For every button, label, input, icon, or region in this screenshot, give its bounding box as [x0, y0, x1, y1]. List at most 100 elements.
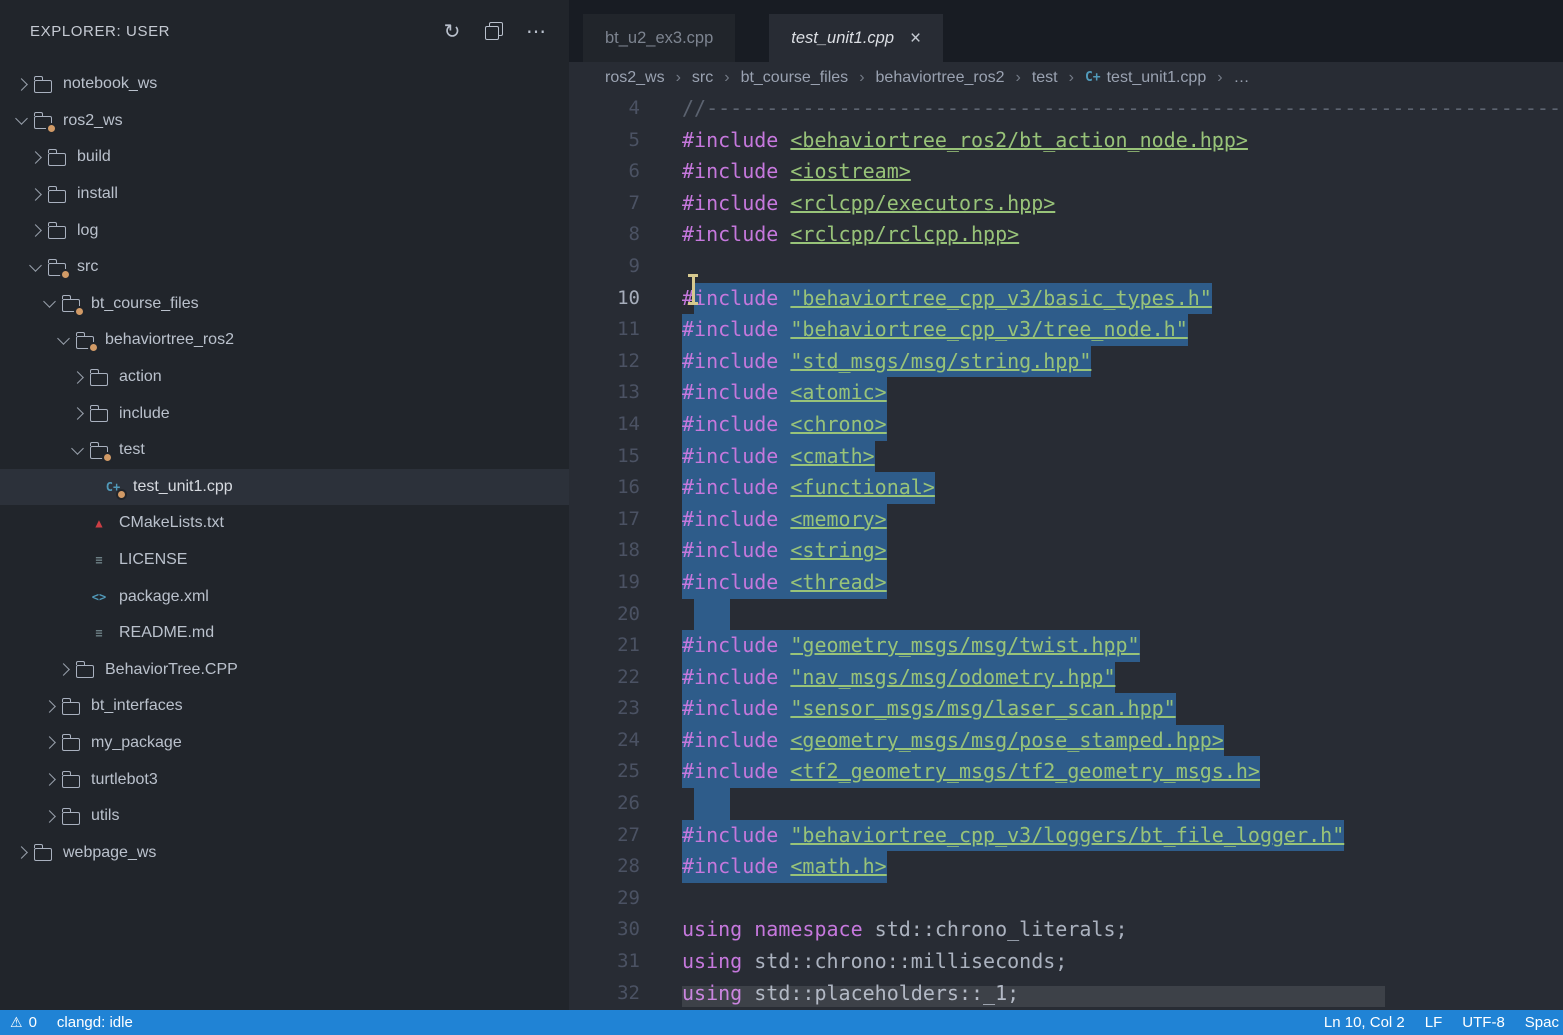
code-line-text[interactable]: #include <rclcpp/executors.hpp>: [682, 188, 1055, 220]
code-line-text[interactable]: #include <atomic>: [682, 377, 887, 409]
code-line-text[interactable]: #include <cmath>: [682, 441, 875, 473]
status-left: ⚠0 clangd: idle: [10, 1014, 133, 1031]
code-line-text[interactable]: #include <geometry_msgs/msg/pose_stamped…: [682, 725, 1224, 757]
tree-item-include[interactable]: include: [0, 395, 569, 432]
code-area[interactable]: 4//-------------------------------------…: [569, 93, 1563, 1010]
refresh-icon[interactable]: ↻: [439, 18, 465, 44]
status-cursor-position[interactable]: Ln 10, Col 2: [1324, 1014, 1405, 1031]
status-right: Ln 10, Col 2 LF UTF-8 Spac: [1324, 1014, 1559, 1031]
breadcrumb-separator: ›: [1217, 69, 1222, 87]
code-line-text[interactable]: [682, 599, 730, 631]
code-line-text[interactable]: #include <memory>: [682, 504, 887, 536]
chevron-down-icon: [52, 338, 74, 343]
code-line-text[interactable]: #include <rclcpp/rclcpp.hpp>: [682, 219, 1019, 251]
code-line-text[interactable]: #include <behaviortree_ros2/bt_action_no…: [682, 125, 1248, 157]
status-problems[interactable]: ⚠0: [10, 1014, 37, 1031]
code-line-text[interactable]: #include <tf2_geometry_msgs/tf2_geometry…: [682, 756, 1260, 788]
code-line: 14#include <chrono>: [569, 409, 1563, 441]
breadcrumb-item-test_unit1.cpp[interactable]: C+test_unit1.cpp: [1085, 69, 1206, 87]
code-line-text[interactable]: //--------------------------------------…: [682, 93, 1563, 125]
code-line-text[interactable]: #include "behaviortree_cpp_v3/loggers/bt…: [682, 820, 1344, 852]
tree-item-test[interactable]: test: [0, 432, 569, 469]
code-line: 10#include "behaviortree_cpp_v3/basic_ty…: [569, 283, 1563, 315]
explorer-header: EXPLORER: USER ↻ ⋯: [0, 0, 569, 62]
breadcrumb-item-ros2_ws[interactable]: ros2_ws: [605, 69, 665, 87]
status-eol-sequence[interactable]: LF: [1425, 1014, 1443, 1031]
code-line-text[interactable]: #include "sensor_msgs/msg/laser_scan.hpp…: [682, 693, 1176, 725]
code-line: 13#include <atomic>: [569, 377, 1563, 409]
tree-item-label: bt_course_files: [91, 295, 199, 313]
code-line-text[interactable]: using std::chrono::milliseconds;: [682, 946, 1067, 978]
chevron-right-icon: [66, 373, 88, 382]
line-number: 11: [569, 314, 640, 346]
line-number: 26: [569, 788, 640, 820]
tab-bt_u2_ex3.cpp[interactable]: bt_u2_ex3.cpp: [583, 14, 735, 62]
list-file-icon: ≡: [88, 549, 110, 571]
explorer-title: EXPLORER: USER: [30, 23, 439, 40]
folder-icon: [60, 695, 82, 717]
code-line-text[interactable]: #include <thread>: [682, 567, 887, 599]
tree-item-ros2_ws[interactable]: ros2_ws: [0, 103, 569, 140]
tree-item-BehaviorTree.CPP[interactable]: BehaviorTree.CPP: [0, 652, 569, 689]
tree-item-install[interactable]: install: [0, 176, 569, 213]
vscode-window: EXPLORER: USER ↻ ⋯ notebook_ws ros2_wsbuil…: [0, 0, 1563, 1035]
tree-item-label: ros2_ws: [63, 112, 123, 130]
tree-item-turtlebot3[interactable]: turtlebot3: [0, 761, 569, 798]
status-indentation[interactable]: Spac: [1525, 1014, 1559, 1031]
code-line-text[interactable]: #include <iostream>: [682, 156, 911, 188]
breadcrumb-item-bt_course_files[interactable]: bt_course_files: [741, 69, 849, 87]
close-icon[interactable]: ×: [910, 29, 921, 48]
tree-item-webpage_ws[interactable]: webpage_ws: [0, 834, 569, 871]
chevron-right-icon: [52, 665, 74, 674]
tree-item-test_unit1.cpp[interactable]: C+test_unit1.cpp: [0, 469, 569, 506]
code-line-text[interactable]: #include "behaviortree_cpp_v3/basic_type…: [682, 283, 1212, 315]
collapse-folders-icon[interactable]: [481, 18, 507, 44]
code-line: 24#include <geometry_msgs/msg/pose_stamp…: [569, 725, 1563, 757]
tree-item-README.md[interactable]: ≡README.md: [0, 615, 569, 652]
tab-test_unit1.cpp[interactable]: test_unit1.cpp×: [769, 14, 943, 62]
folder-icon: [60, 769, 82, 791]
tree-item-notebook_ws[interactable]: notebook_ws: [0, 66, 569, 103]
more-actions-icon[interactable]: ⋯: [523, 18, 549, 44]
folder-icon: [32, 110, 54, 132]
tree-item-bt_course_files[interactable]: bt_course_files: [0, 286, 569, 323]
breadcrumb-overflow[interactable]: …: [1234, 69, 1250, 87]
cpp-file-icon: C+: [102, 476, 124, 498]
tree-item-CMakeLists.txt[interactable]: ▲CMakeLists.txt: [0, 505, 569, 542]
folder-icon: [32, 842, 54, 864]
code-line-text[interactable]: #include <string>: [682, 535, 887, 567]
breadcrumb-item-behaviortree_ros2[interactable]: behaviortree_ros2: [876, 69, 1005, 87]
code-line-text[interactable]: #include <functional>: [682, 472, 935, 504]
tree-item-LICENSE[interactable]: ≡LICENSE: [0, 542, 569, 579]
horizontal-scrollbar-thumb[interactable]: [682, 986, 1385, 1007]
breadcrumb-item-test[interactable]: test: [1032, 69, 1058, 87]
folder-icon: [88, 403, 110, 425]
code-line-text[interactable]: #include <math.h>: [682, 851, 887, 883]
tree-item-build[interactable]: build: [0, 139, 569, 176]
code-line-text[interactable]: #include "geometry_msgs/msg/twist.hpp": [682, 630, 1140, 662]
folder-icon: [32, 73, 54, 95]
code-line-text[interactable]: #include <chrono>: [682, 409, 887, 441]
tree-item-behaviortree_ros2[interactable]: behaviortree_ros2: [0, 322, 569, 359]
breadcrumb-item-src[interactable]: src: [692, 69, 713, 87]
code-line-text[interactable]: using namespace std::chrono_literals;: [682, 914, 1128, 946]
tree-item-log[interactable]: log: [0, 212, 569, 249]
code-line: 8 #include <rclcpp/rclcpp.hpp>: [569, 219, 1563, 251]
status-encoding[interactable]: UTF-8: [1462, 1014, 1505, 1031]
tree-item-package.xml[interactable]: <>package.xml: [0, 578, 569, 615]
code-line-text[interactable]: #include "std_msgs/msg/string.hpp": [682, 346, 1091, 378]
cmake-file-icon: ▲: [88, 512, 110, 534]
tree-item-utils[interactable]: utils: [0, 798, 569, 835]
code-line-text[interactable]: #include "behaviortree_cpp_v3/tree_node.…: [682, 314, 1188, 346]
tree-item-my_package[interactable]: my_package: [0, 725, 569, 762]
tree-item-action[interactable]: action: [0, 359, 569, 396]
line-number: 8: [569, 219, 640, 251]
code-line: 5#include <behaviortree_ros2/bt_action_n…: [569, 125, 1563, 157]
code-line-text[interactable]: #include "nav_msgs/msg/odometry.hpp": [682, 662, 1115, 694]
status-clangd-status[interactable]: clangd: idle: [57, 1014, 133, 1031]
code-line: 16#include <functional>: [569, 472, 1563, 504]
tree-item-bt_interfaces[interactable]: bt_interfaces: [0, 688, 569, 725]
tree-item-src[interactable]: src: [0, 249, 569, 286]
line-number: 19: [569, 567, 640, 599]
code-line-text[interactable]: [682, 788, 730, 820]
